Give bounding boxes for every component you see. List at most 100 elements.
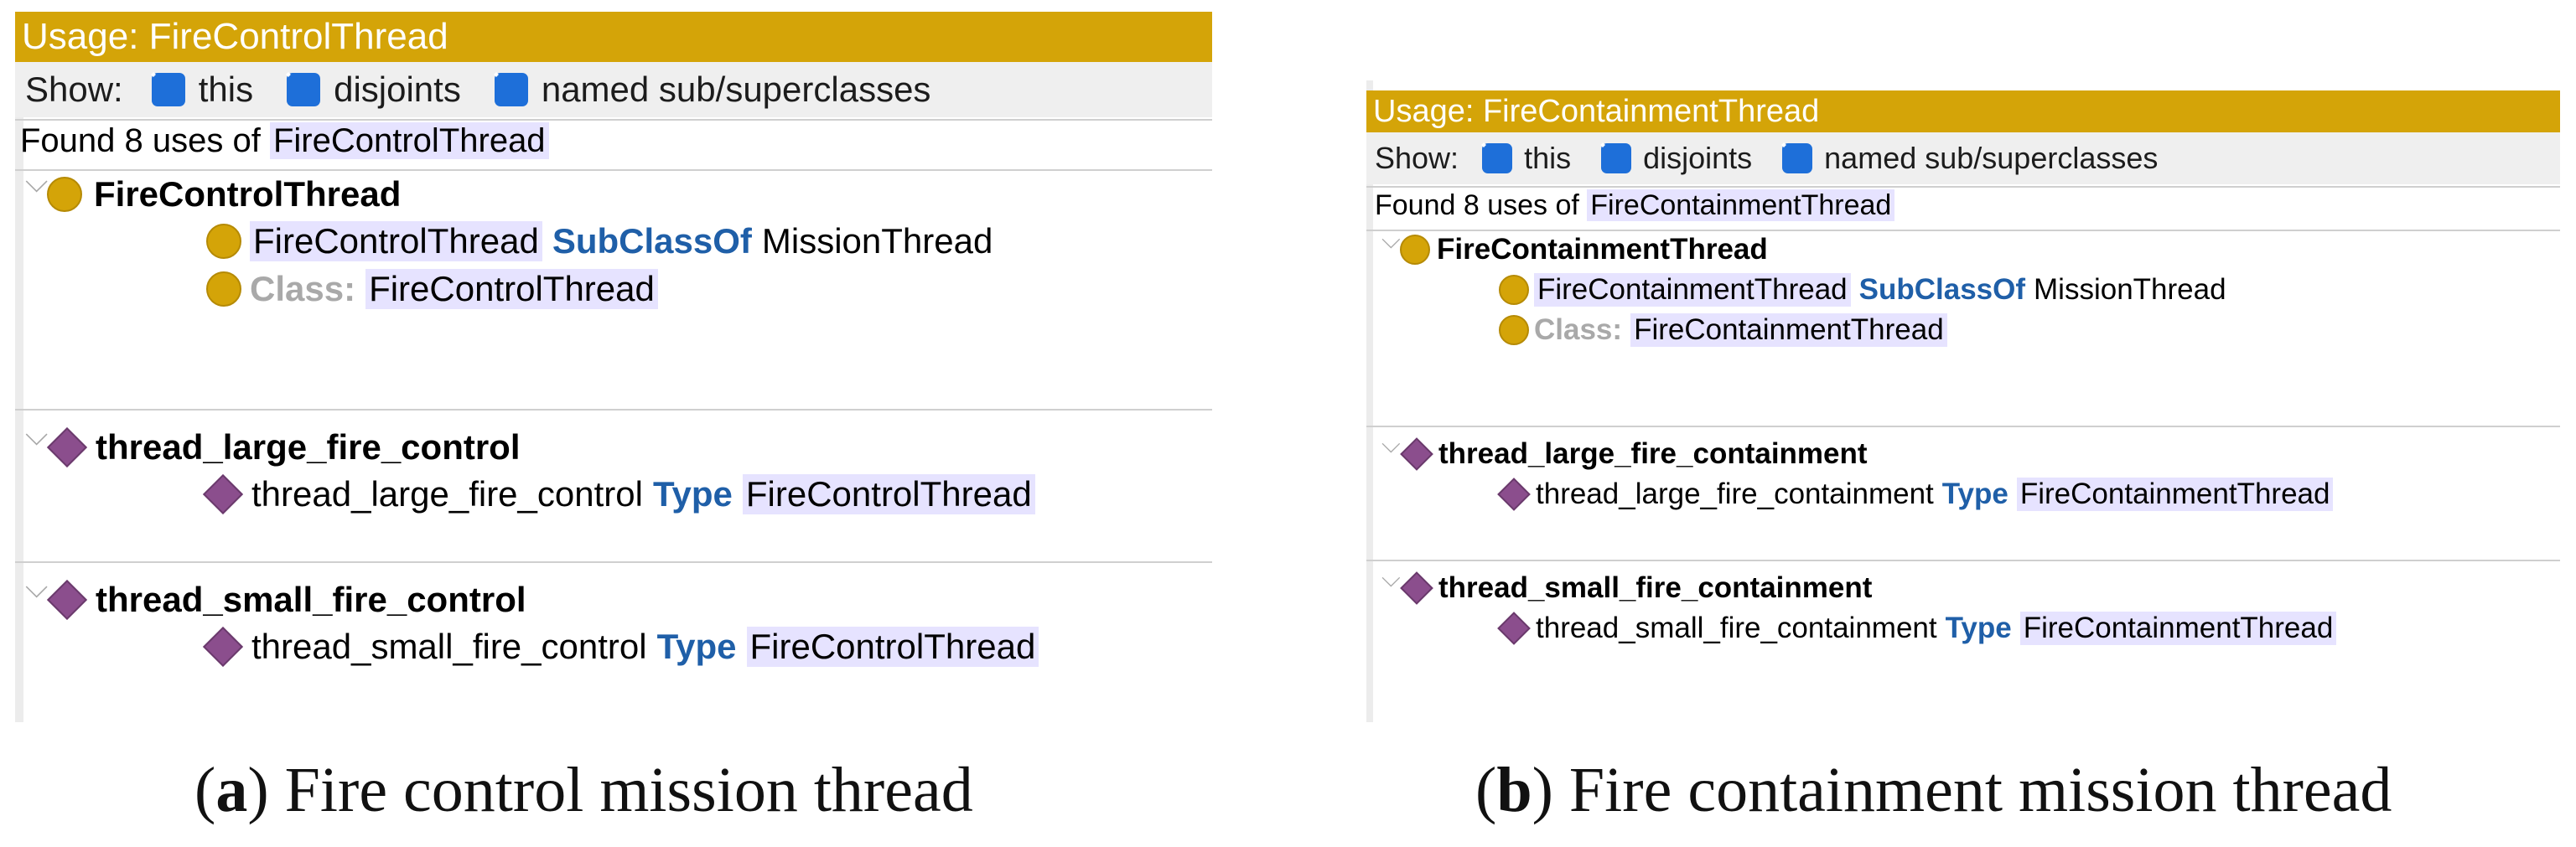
this-checkbox-label[interactable]: this (199, 70, 253, 110)
divider (1366, 186, 2560, 188)
show-label: Show: (25, 70, 123, 109)
collapse-chevron-icon[interactable]: ⌵ (25, 417, 48, 453)
collapse-chevron-icon[interactable]: ⌵ (25, 570, 48, 606)
group-head-label: thread_large_fire_containment (1438, 437, 1868, 470)
named-sub-superclasses-checkbox[interactable] (494, 73, 528, 106)
divider (1366, 426, 2560, 427)
group-head-label: thread_small_fire_control (96, 580, 526, 619)
class-circle-icon (1499, 315, 1529, 345)
axiom-keyword: SubClassOf (1858, 273, 2026, 306)
show-filter-row: Show: this disjoints named sub/superclas… (15, 62, 1212, 117)
class-circle-icon (1400, 235, 1430, 265)
show-filter-row: Show: this disjoints named sub/superclas… (1366, 132, 2560, 184)
usage-axiom-row[interactable]: Class: FireContainmentThread (1499, 310, 1947, 350)
found-prefix: Found 8 uses of (1375, 189, 1579, 221)
axiom-object: MissionThread (2034, 273, 2226, 306)
divider (15, 119, 1212, 121)
axiom-keyword: Type (1941, 478, 2008, 510)
individual-diamond-icon (46, 426, 88, 468)
this-checkbox[interactable] (151, 73, 185, 106)
individual-diamond-icon (46, 579, 88, 621)
class-circle-icon (47, 177, 82, 212)
axiom-keyword: SubClassOf (552, 221, 752, 261)
group-head-label: FireControlThread (94, 174, 402, 214)
axiom-keyword: Type (656, 627, 737, 666)
axiom-keyword: Type (652, 474, 733, 514)
usage-group-head[interactable]: FireContainmentThread (1400, 230, 1768, 270)
collapse-chevron-icon[interactable]: ⌵ (1381, 431, 1401, 459)
this-checkbox-label[interactable]: this (1524, 141, 1571, 176)
found-uses-label: Found 8 uses of FireControlThread (20, 122, 549, 160)
divider (15, 561, 1212, 563)
class-circle-icon (1499, 275, 1529, 305)
usage-group-head[interactable]: thread_large_fire_control (46, 422, 521, 473)
disjoints-checkbox-label[interactable]: disjoints (334, 70, 461, 110)
axiom-object: FireContainmentThread (2019, 612, 2337, 645)
collapse-chevron-icon[interactable]: ⌵ (25, 164, 48, 200)
collapse-chevron-icon[interactable]: ⌵ (1381, 226, 1401, 255)
usage-axiom-row[interactable]: thread_small_fire_containment Type FireC… (1497, 608, 2337, 648)
usage-group-head[interactable]: thread_large_fire_containment (1400, 434, 1868, 474)
usage-group-head[interactable]: thread_small_fire_containment (1400, 568, 1872, 608)
usage-panel-b: Usage: FireContainmentThread Show: this … (1366, 80, 2560, 722)
caption-text: Fire control mission thread (284, 755, 973, 825)
named-sub-superclasses-label[interactable]: named sub/superclasses (1824, 141, 2158, 176)
usage-panel-a: Usage: FireControlThread Show: this disj… (15, 12, 1212, 722)
collapse-chevron-icon[interactable]: ⌵ (1381, 565, 1401, 593)
axiom-subject: thread_large_fire_control (251, 474, 643, 514)
axiom-object: FireContainmentThread (1630, 313, 1947, 347)
axiom-subject: thread_small_fire_containment (1536, 612, 1937, 644)
axiom-subject: FireContainmentThread (1534, 273, 1851, 307)
divider (1366, 560, 2560, 561)
usage-title-bar: Usage: FireControlThread (15, 12, 1212, 62)
found-class-name: FireControlThread (269, 122, 549, 159)
individual-diamond-icon (202, 473, 244, 515)
disjoints-checkbox[interactable] (287, 73, 321, 106)
group-head-label: FireContainmentThread (1437, 233, 1768, 266)
caption-text: Fire containment mission thread (1568, 755, 2392, 825)
usage-group-head[interactable]: FireControlThread (47, 169, 401, 219)
class-circle-icon (206, 271, 241, 307)
class-keyword: Class: (1534, 313, 1623, 346)
individual-diamond-icon (1400, 571, 1433, 605)
caption-letter: a (215, 755, 248, 825)
usage-axiom-row[interactable]: Class: FireControlThread (206, 265, 658, 313)
individual-diamond-icon (202, 626, 244, 668)
axiom-object: FireControlThread (746, 627, 1039, 667)
usage-title-bar: Usage: FireContainmentThread (1366, 90, 2560, 132)
caption-letter: b (1496, 755, 1532, 825)
axiom-object: MissionThread (761, 221, 993, 261)
usage-axiom-row[interactable]: thread_large_fire_control Type FireContr… (202, 470, 1035, 519)
usage-axiom-row[interactable]: thread_large_fire_containment Type FireC… (1497, 474, 2334, 514)
found-uses-label: Found 8 uses of FireContainmentThread (1375, 189, 1895, 222)
axiom-object: FireContainmentThread (2016, 478, 2334, 511)
class-circle-icon (206, 224, 241, 259)
usage-axiom-row[interactable]: FireContainmentThread SubClassOf Mission… (1499, 270, 2226, 310)
show-label: Show: (1375, 141, 1459, 175)
caption-b: (b) Fire containment mission thread (1475, 755, 2392, 825)
axiom-object: FireControlThread (365, 269, 658, 309)
group-head-label: thread_small_fire_containment (1438, 571, 1873, 604)
individual-diamond-icon (1400, 437, 1433, 471)
usage-axiom-row[interactable]: FireControlThread SubClassOf MissionThre… (206, 217, 993, 266)
usage-axiom-row[interactable]: thread_small_fire_control Type FireContr… (202, 622, 1039, 671)
found-prefix: Found 8 uses of (20, 122, 261, 159)
divider (15, 409, 1212, 411)
found-class-name: FireContainmentThread (1587, 189, 1895, 221)
individual-diamond-icon (1497, 612, 1531, 645)
disjoints-checkbox-label[interactable]: disjoints (1643, 141, 1752, 176)
individual-diamond-icon (1497, 478, 1531, 511)
axiom-object: FireControlThread (742, 474, 1035, 514)
usage-group-head[interactable]: thread_small_fire_control (46, 575, 526, 625)
named-sub-superclasses-checkbox[interactable] (1782, 143, 1813, 173)
axiom-subject: FireControlThread (250, 221, 542, 261)
axiom-keyword: Type (1945, 612, 2012, 644)
axiom-subject: thread_large_fire_containment (1536, 478, 1934, 510)
caption-a: (a) Fire control mission thread (194, 755, 973, 825)
group-head-label: thread_large_fire_control (96, 427, 521, 467)
this-checkbox[interactable] (1482, 143, 1513, 173)
named-sub-superclasses-label[interactable]: named sub/superclasses (542, 70, 931, 110)
class-keyword: Class: (250, 269, 356, 308)
axiom-subject: thread_small_fire_control (251, 627, 647, 666)
disjoints-checkbox[interactable] (1601, 143, 1632, 173)
